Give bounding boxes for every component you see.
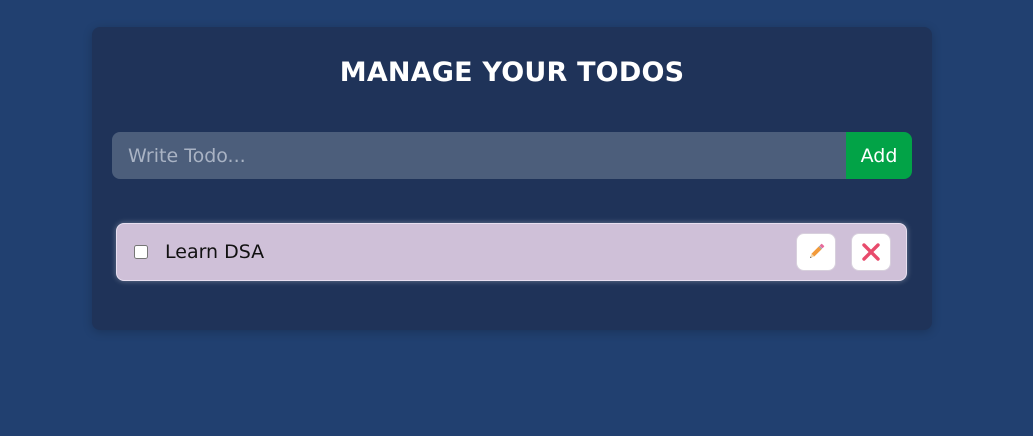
delete-button[interactable]	[851, 233, 891, 271]
cross-icon	[861, 242, 881, 262]
todo-item: Learn DSA	[116, 223, 907, 281]
pencil-icon	[807, 243, 825, 261]
page-title: MANAGE YOUR TODOS	[339, 57, 685, 88]
todo-form: Add	[112, 132, 912, 179]
todo-checkbox[interactable]	[134, 245, 148, 259]
add-button[interactable]: Add	[846, 132, 912, 179]
todo-text: Learn DSA	[165, 241, 265, 263]
todo-card: MANAGE YOUR TODOS Add Learn DSA	[92, 27, 932, 330]
todo-input[interactable]	[112, 132, 846, 179]
edit-button[interactable]	[796, 233, 836, 271]
